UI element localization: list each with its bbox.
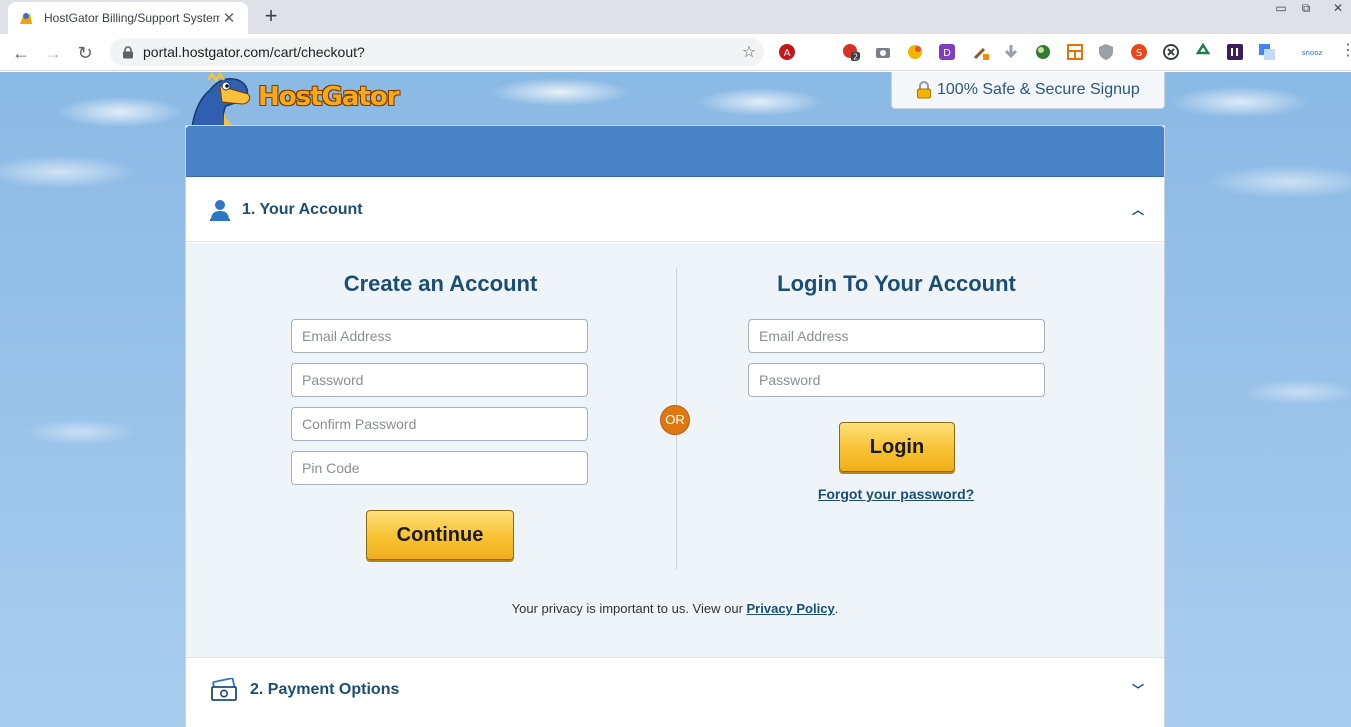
logo-text: HostGator [258, 82, 400, 112]
padlock-icon [917, 81, 931, 99]
login-email-input[interactable] [748, 319, 1045, 353]
browser-toolbar: ← → ↻ portal.hostgator.com/cart/checkout… [0, 34, 1351, 71]
address-bar[interactable]: portal.hostgator.com/cart/checkout? ☆ [110, 38, 764, 66]
svg-text:S: S [1136, 48, 1142, 59]
snooz-icon[interactable]: snooz [1298, 43, 1326, 61]
tool-icon[interactable] [972, 43, 990, 61]
continue-button[interactable]: Continue [366, 510, 514, 560]
adblock-icon[interactable]: A [778, 43, 796, 61]
section-title: 1. Your Account [242, 200, 363, 218]
new-tab-button[interactable]: + [259, 4, 283, 28]
privacy-text: Your privacy is important to us. View ou… [511, 601, 747, 616]
ii-extension-icon[interactable] [1226, 43, 1244, 61]
browser-tabbar: HostGator Billing/Support System ✕ + ▭ ⧉… [0, 0, 1351, 34]
recycle-icon[interactable] [1194, 43, 1212, 61]
back-button[interactable]: ← [8, 40, 34, 66]
x-circle-icon[interactable] [1162, 43, 1180, 61]
chevron-down-icon[interactable]: ﹀ [1132, 681, 1144, 698]
privacy-policy-link[interactable]: Privacy Policy [747, 601, 835, 616]
forward-button[interactable]: → [40, 40, 66, 66]
pin-code-input[interactable] [291, 451, 588, 485]
layout-icon[interactable] [1066, 43, 1084, 61]
privacy-notice: Your privacy is important to us. View ou… [186, 601, 1164, 616]
checkout-panel: 1. Your Account ︿ Create an Account Cont… [185, 125, 1165, 727]
bookmark-star-icon[interactable]: ☆ [734, 42, 764, 62]
user-icon [210, 199, 230, 221]
login-button[interactable]: Login [839, 422, 955, 472]
url-text[interactable]: portal.hostgator.com/cart/checkout? [143, 44, 734, 60]
panel-header-band [186, 126, 1164, 177]
reload-button[interactable]: ↻ [72, 40, 98, 66]
shield-icon[interactable] [1097, 43, 1115, 61]
svg-text:A: A [784, 48, 791, 59]
svg-text:2: 2 [853, 53, 858, 62]
camera-icon[interactable] [874, 43, 892, 61]
page-background: HostGator 100% Safe & Secure Signup 1. Y… [0, 72, 1351, 727]
tab-close-icon[interactable]: ✕ [220, 9, 238, 27]
tab-title: HostGator Billing/Support System [44, 11, 220, 25]
hostgator-favicon-icon [20, 13, 32, 24]
create-account-heading: Create an Account [343, 271, 538, 296]
money-icon [211, 677, 237, 701]
or-badge: OR [660, 405, 690, 435]
svg-text:D: D [943, 48, 951, 59]
download-icon[interactable] [1002, 43, 1020, 61]
browser-tab[interactable]: HostGator Billing/Support System ✕ [8, 2, 248, 34]
section-title: 2. Payment Options [250, 680, 400, 698]
privacy-period: . [834, 601, 839, 616]
section-payment-options-header[interactable]: 2. Payment Options ﹀ [186, 657, 1164, 721]
globe-icon[interactable] [1034, 43, 1052, 61]
translate-icon[interactable] [1258, 43, 1276, 61]
color-icon[interactable] [906, 43, 924, 61]
svg-text:snooz: snooz [1302, 49, 1323, 57]
create-password-input[interactable] [291, 363, 588, 397]
window-maximize-button[interactable]: ⧉ [1295, 0, 1317, 18]
s-extension-icon[interactable]: S [1130, 43, 1148, 61]
section-your-account-header[interactable]: 1. Your Account ︿ [186, 178, 1164, 242]
notification-badge-icon[interactable]: 2 [842, 43, 860, 61]
create-email-input[interactable] [291, 319, 588, 353]
hostgator-logo[interactable]: HostGator [186, 72, 406, 128]
gator-mascot-icon [191, 72, 251, 128]
browser-menu-icon[interactable]: ⋮ [1340, 42, 1351, 62]
confirm-password-input[interactable] [291, 407, 588, 441]
chevron-up-icon[interactable]: ︿ [1132, 201, 1144, 218]
window-minimize-button[interactable]: ▭ [1270, 0, 1292, 18]
d-extension-icon[interactable]: D [938, 43, 956, 61]
login-heading: Login To Your Account [777, 271, 1016, 296]
secure-signup-badge: 100% Safe & Secure Signup [891, 72, 1165, 109]
your-account-body: Create an Account Continue OR Login To Y… [186, 243, 1164, 657]
login-password-input[interactable] [748, 363, 1045, 397]
secure-signup-text: 100% Safe & Secure Signup [937, 81, 1140, 98]
window-close-button[interactable]: ✕ [1327, 0, 1349, 18]
forgot-password-link[interactable]: Forgot your password? [786, 486, 1006, 502]
lock-icon [123, 45, 133, 58]
